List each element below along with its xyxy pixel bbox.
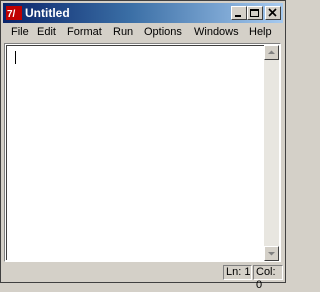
svg-text:7/: 7/: [7, 9, 16, 20]
status-col: Col: 0: [253, 265, 283, 291]
vertical-scrollbar[interactable]: [264, 45, 279, 261]
editor-inner: [6, 45, 279, 260]
scroll-up-button[interactable]: [264, 45, 279, 60]
text-caret: [15, 51, 16, 64]
maximize-icon: [250, 9, 259, 17]
minimize-icon: [235, 15, 241, 17]
status-line: Ln: 1: [223, 265, 252, 280]
menu-windows[interactable]: Windows: [194, 26, 239, 38]
menu-bar: File Edit Format Run Options Windows Hel…: [3, 25, 283, 41]
menu-run[interactable]: Run: [113, 26, 133, 38]
menu-format[interactable]: Format: [67, 26, 102, 38]
idle-app-icon: 7/: [6, 6, 22, 20]
menu-edit[interactable]: Edit: [37, 26, 56, 38]
down-arrow-icon: [268, 252, 275, 256]
maximize-button[interactable]: [247, 6, 263, 20]
editor-text-area[interactable]: [4, 43, 281, 262]
close-button[interactable]: [265, 6, 281, 20]
status-bar: Ln: 1 Col: 0: [3, 264, 283, 291]
menu-file[interactable]: File: [11, 26, 29, 38]
scroll-down-button[interactable]: [264, 246, 279, 261]
title-bar[interactable]: 7/ Untitled: [3, 3, 283, 23]
close-icon: [268, 8, 277, 17]
minimize-button[interactable]: [231, 6, 247, 20]
window-title: Untitled: [25, 6, 70, 20]
menu-options[interactable]: Options: [144, 26, 182, 38]
up-arrow-icon: [268, 50, 275, 54]
idle-window: 7/ Untitled File Edit Format Run Options…: [0, 0, 286, 291]
menu-help[interactable]: Help: [249, 26, 272, 38]
